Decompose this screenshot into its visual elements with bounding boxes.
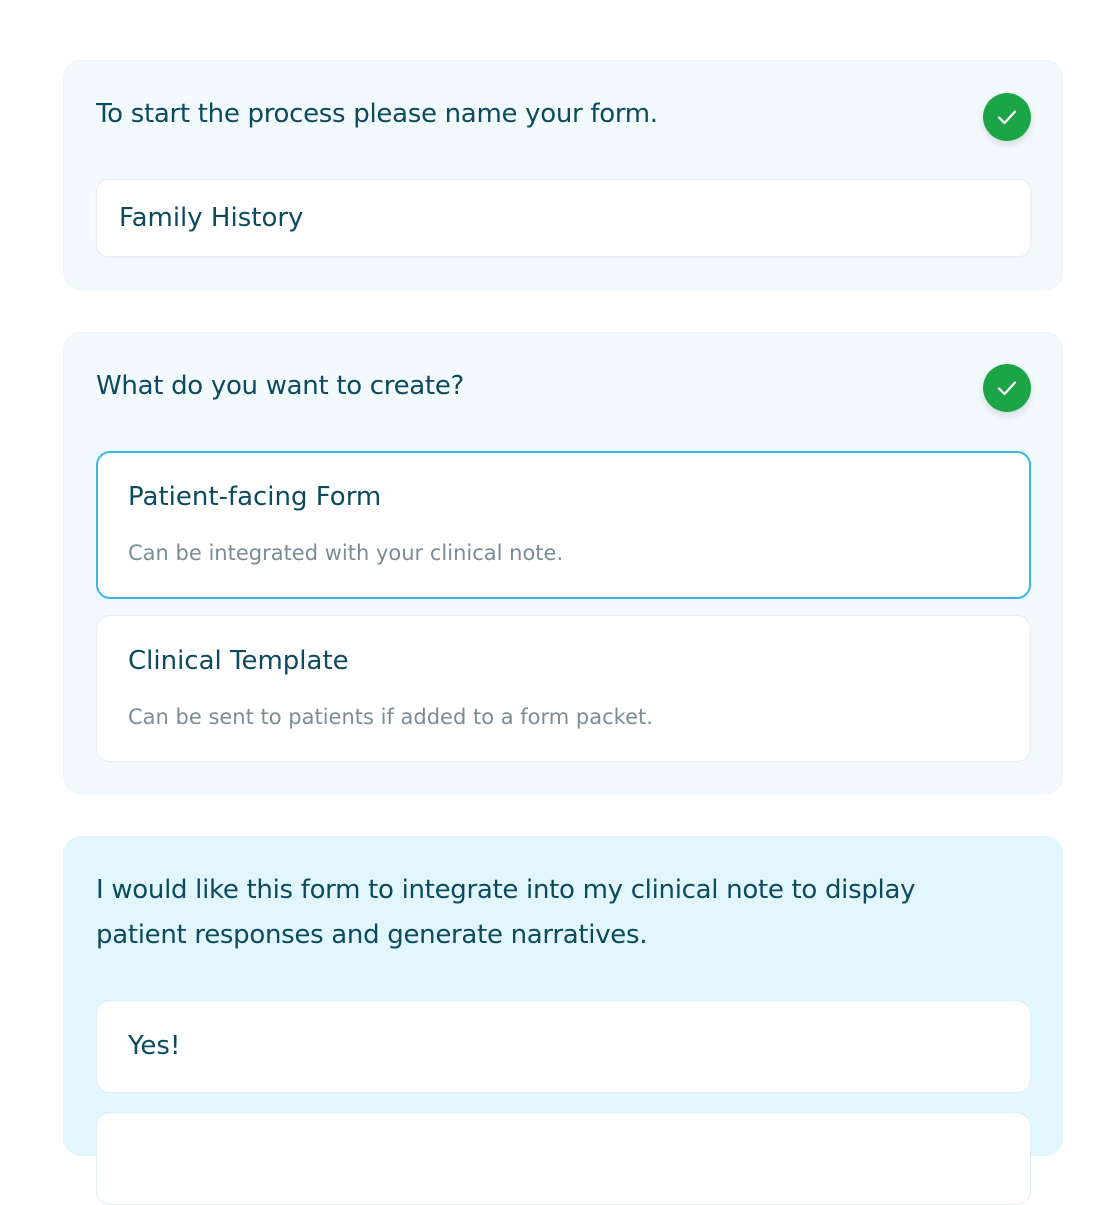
step-name-card: To start the process please name your fo… xyxy=(63,60,1063,290)
option-title: Patient-facing Form xyxy=(128,482,382,512)
step-integrate-question-line1: I would like this form to integrate into… xyxy=(96,875,916,905)
option-description: Can be sent to patients if added to a fo… xyxy=(128,705,653,729)
option-description: Can be integrated with your clinical not… xyxy=(128,541,564,565)
check-icon xyxy=(983,93,1031,141)
option-title: Clinical Template xyxy=(128,646,349,676)
check-icon xyxy=(983,364,1031,412)
step-name-question: To start the process please name your fo… xyxy=(96,99,658,129)
form-name-input[interactable] xyxy=(119,180,999,256)
answer-label: Yes! xyxy=(128,1031,181,1061)
step-integrate-card: I would like this form to integrate into… xyxy=(63,836,1063,1205)
step-type-card: What do you want to create? Patient-faci… xyxy=(63,332,1063,794)
step-integrate-question-line2: patient responses and generate narrative… xyxy=(96,920,648,950)
answer-yes[interactable]: Yes! xyxy=(96,1000,1031,1093)
step-type-question: What do you want to create? xyxy=(96,371,465,401)
form-name-field[interactable] xyxy=(96,179,1031,257)
answer-option-2[interactable] xyxy=(96,1112,1031,1205)
option-patient-facing-form[interactable]: Patient-facing Form Can be integrated wi… xyxy=(96,451,1031,599)
option-clinical-template[interactable]: Clinical Template Can be sent to patient… xyxy=(96,615,1031,762)
